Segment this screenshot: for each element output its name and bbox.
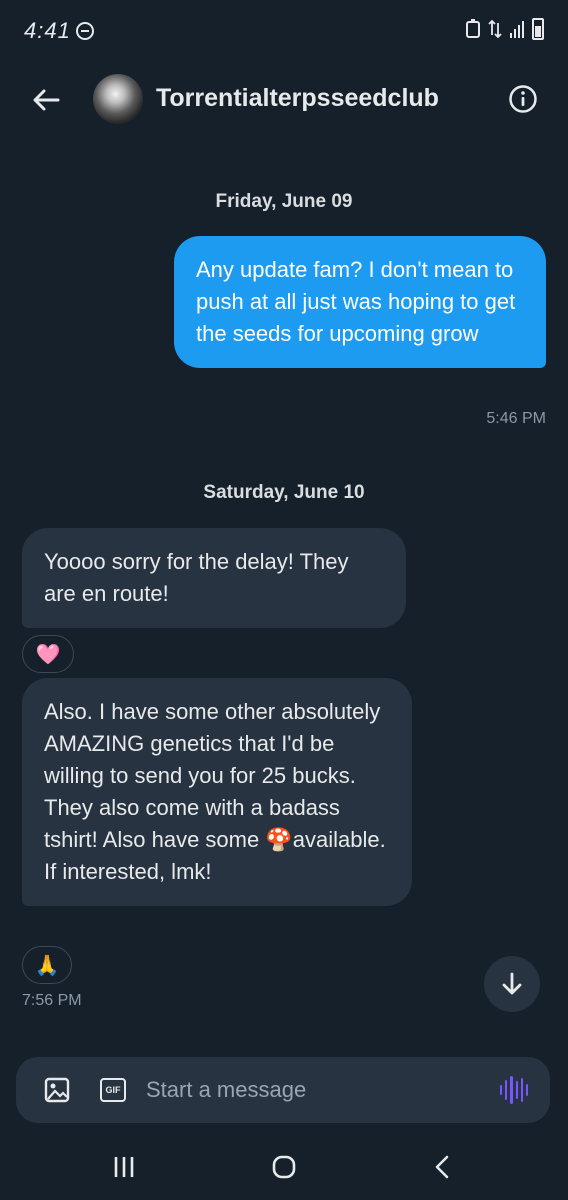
do-not-disturb-icon — [76, 22, 94, 40]
battery-icon — [532, 18, 544, 40]
message-composer: GIF — [16, 1057, 550, 1123]
signal-strength-icon — [510, 20, 524, 38]
pink-heart-icon: 🩷 — [35, 643, 61, 666]
info-icon[interactable] — [508, 84, 538, 114]
incoming-message[interactable]: Yoooo sorry for the delay! They are en r… — [22, 528, 406, 628]
home-icon — [272, 1155, 296, 1179]
message-text: Yoooo sorry for the delay! They are en r… — [44, 549, 349, 606]
conversation-title[interactable]: Torrentialterpsseedclub — [156, 84, 439, 113]
home-button[interactable] — [264, 1152, 304, 1182]
back-button[interactable] — [26, 80, 66, 120]
mushroom-icon: 🍄 — [265, 827, 293, 852]
system-navigation-bar — [0, 1130, 568, 1200]
conversation-header: Torrentialterpsseedclub — [0, 58, 568, 142]
recent-apps-button[interactable] — [104, 1152, 144, 1182]
reaction-badge[interactable]: 🙏 — [22, 946, 72, 984]
recycle-icon — [466, 19, 480, 38]
data-transfer-icon — [488, 19, 502, 39]
chevron-left-icon — [435, 1155, 449, 1179]
folded-hands-icon: 🙏 — [34, 954, 60, 977]
image-icon[interactable] — [44, 1077, 70, 1103]
recent-apps-icon — [114, 1157, 134, 1177]
message-timestamp: 7:56 PM — [22, 992, 82, 1009]
status-bar: 4:41 — [0, 0, 568, 58]
status-icons — [466, 18, 544, 40]
date-separator: Saturday, June 10 — [203, 482, 365, 503]
message-input[interactable] — [146, 1071, 486, 1109]
status-time: 4:41 — [24, 18, 71, 43]
outgoing-message[interactable]: Any update fam? I don't mean to push at … — [174, 236, 546, 368]
gif-icon[interactable]: GIF — [100, 1078, 126, 1102]
voice-message-icon[interactable] — [500, 1075, 529, 1105]
back-nav-button[interactable] — [422, 1152, 462, 1182]
avatar[interactable] — [93, 74, 143, 124]
arrow-down-icon — [502, 972, 522, 995]
dm-conversation-screen: 4:41 Torrentialterpsseedclub Friday, Jun… — [0, 0, 568, 1200]
incoming-message[interactable]: Also. I have some other absolutely AMAZI… — [22, 678, 412, 906]
message-text: Any update fam? I don't mean to push at … — [196, 257, 516, 346]
message-timestamp: 5:46 PM — [486, 410, 546, 427]
date-separator: Friday, June 09 — [215, 191, 353, 212]
scroll-to-bottom-button[interactable] — [484, 956, 540, 1012]
reaction-badge[interactable]: 🩷 — [22, 635, 74, 673]
arrow-left-icon — [33, 89, 60, 111]
